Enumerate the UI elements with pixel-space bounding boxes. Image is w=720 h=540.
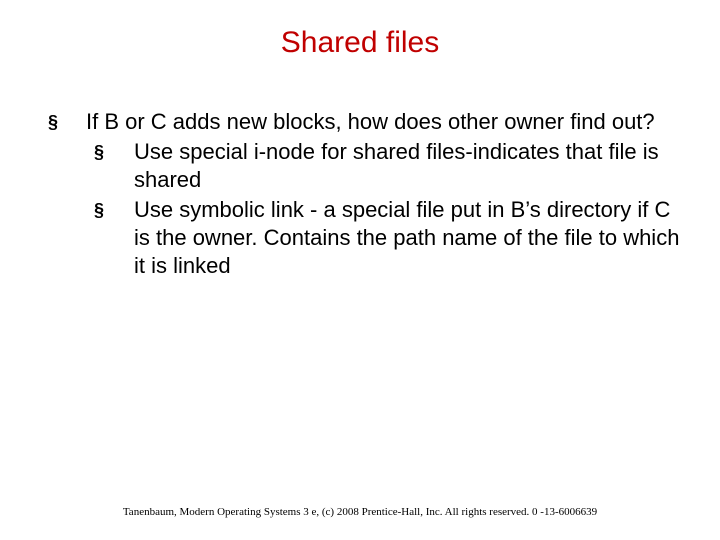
bullet-level-1: § If B or C adds new blocks, how does ot… (48, 108, 680, 136)
footer-citation: Tanenbaum, Modern Operating Systems 3 e,… (0, 506, 720, 518)
slide: Shared files § If B or C adds new blocks… (0, 0, 720, 540)
sub-bullets: § Use special i-node for shared files-in… (48, 138, 680, 280)
section-icon: § (86, 196, 134, 224)
bullet-text: Use special i-node for shared files-indi… (134, 138, 680, 194)
bullet-level-2: § Use special i-node for shared files-in… (86, 138, 680, 194)
slide-title: Shared files (30, 26, 690, 60)
section-icon: § (86, 138, 134, 166)
section-icon: § (48, 108, 86, 136)
bullet-text: Use symbolic link - a special file put i… (134, 196, 680, 280)
slide-content: § If B or C adds new blocks, how does ot… (30, 108, 690, 280)
bullet-text: If B or C adds new blocks, how does othe… (86, 108, 655, 136)
bullet-level-2: § Use symbolic link - a special file put… (86, 196, 680, 280)
